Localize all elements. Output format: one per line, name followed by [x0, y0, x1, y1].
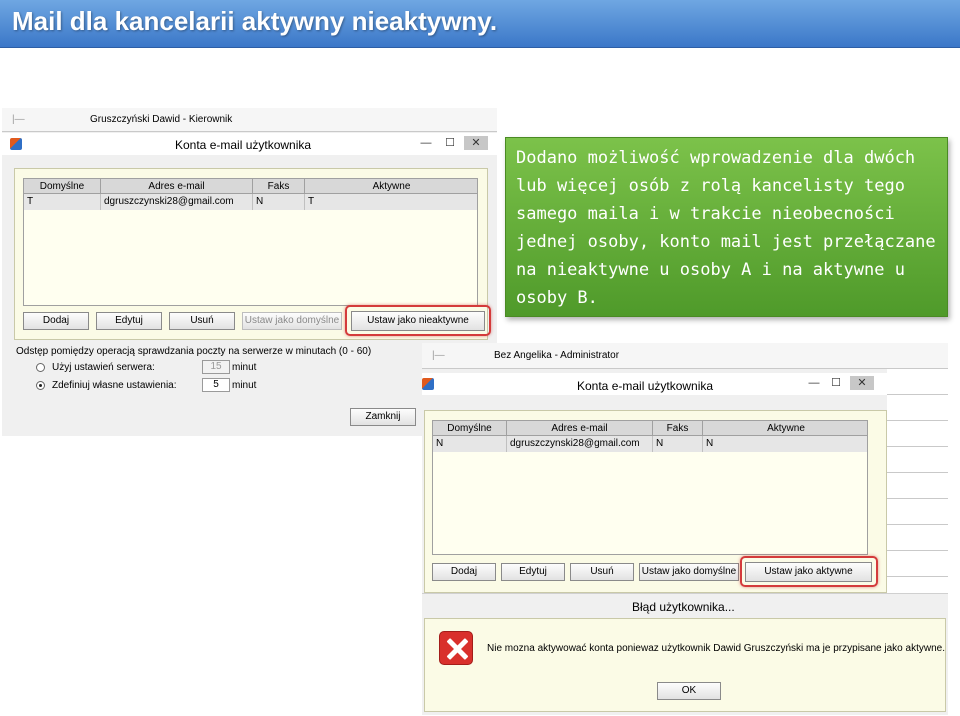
maximize-button[interactable]: ☐: [438, 136, 462, 150]
column-header-email[interactable]: Adres e-mail: [101, 179, 253, 194]
add-button[interactable]: Dodaj: [23, 312, 89, 330]
set-default-button[interactable]: Ustaw jako domyślne: [639, 563, 739, 581]
dialog-titlebar: Konta e-mail użytkownika — ☐ ✕: [2, 133, 497, 155]
dialog-titlebar: Konta e-mail użytkownika — ☐ ✕: [422, 373, 887, 395]
error-dialog: Błąd użytkownika... Nie mozna aktywować …: [422, 593, 948, 715]
accounts-table[interactable]: Domyślne Adres e-mail Faks Aktywne T dgr…: [23, 178, 478, 306]
minimize-button[interactable]: —: [802, 376, 826, 390]
interval-label: Odstęp pomiędzy operacją sprawdzania poc…: [16, 346, 372, 357]
own-minutes-field[interactable]: 5: [202, 378, 230, 392]
add-button[interactable]: Dodaj: [432, 563, 496, 581]
app-icon: [422, 378, 434, 390]
app-icon: [10, 138, 22, 150]
dialog-title: Konta e-mail użytkownika: [175, 138, 312, 152]
ok-button[interactable]: OK: [657, 682, 721, 700]
cell-email: dgruszczynski28@gmail.com: [101, 194, 253, 210]
table-row[interactable]: N dgruszczynski28@gmail.com N N: [433, 436, 867, 452]
accounts-panel: Domyślne Adres e-mail Faks Aktywne N dgr…: [424, 410, 887, 593]
server-minutes-unit: minut: [232, 362, 257, 373]
cell-default: T: [24, 194, 101, 210]
table-row[interactable]: T dgruszczynski28@gmail.com N T: [24, 194, 477, 210]
cell-email: dgruszczynski28@gmail.com: [507, 436, 653, 452]
radio-server-settings[interactable]: [36, 363, 45, 372]
column-header-fax[interactable]: Faks: [653, 421, 703, 436]
background-user-row: |— Gruszczyński Dawid - Kierownik: [2, 108, 497, 132]
close-button[interactable]: Zamknij: [350, 408, 416, 426]
set-inactive-button[interactable]: Ustaw jako nieaktywne: [351, 311, 485, 331]
background-user-name: Gruszczyński Dawid - Kierownik: [90, 114, 233, 125]
own-minutes-unit: minut: [232, 380, 257, 391]
background-user-row: |— Bez Angelika - Administrator: [422, 343, 948, 369]
column-header-active[interactable]: Aktywne: [703, 421, 869, 436]
column-header-fax[interactable]: Faks: [253, 179, 305, 194]
error-body: Nie mozna aktywować konta poniewaz użytk…: [424, 618, 946, 712]
dialog-title: Konta e-mail użytkownika: [577, 379, 714, 393]
radio-own-label: Zdefiniuj własne ustawienia:: [52, 380, 177, 391]
close-window-button[interactable]: ✕: [464, 136, 488, 150]
column-header-default[interactable]: Domyślne: [24, 179, 101, 194]
accounts-table[interactable]: Domyślne Adres e-mail Faks Aktywne N dgr…: [432, 420, 868, 555]
column-header-email[interactable]: Adres e-mail: [507, 421, 653, 436]
window-2-screenshot: |— Bez Angelika - Administrator Konta e-…: [422, 343, 948, 715]
radio-server-label: Użyj ustawień serwera:: [52, 362, 155, 373]
column-header-active[interactable]: Aktywne: [305, 179, 478, 194]
background-list: [887, 369, 948, 615]
error-dialog-title: Błąd użytkownika...: [632, 600, 735, 614]
slide-title-bar: Mail dla kancelarii aktywny nieaktywny.: [0, 0, 960, 48]
minimize-button[interactable]: —: [414, 136, 438, 150]
table-header: Domyślne Adres e-mail Faks Aktywne: [433, 421, 867, 436]
callout-text: Dodano możliwość wprowadzenie dla dwóch …: [516, 148, 936, 308]
error-message: Nie mozna aktywować konta poniewaz użytk…: [487, 643, 945, 654]
maximize-button[interactable]: ☐: [824, 376, 848, 390]
edit-button[interactable]: Edytuj: [96, 312, 162, 330]
cell-fax: N: [653, 436, 703, 452]
delete-button[interactable]: Usuń: [169, 312, 235, 330]
set-active-button[interactable]: Ustaw jako aktywne: [745, 562, 872, 582]
cell-fax: N: [253, 194, 305, 210]
server-minutes-field[interactable]: 15: [202, 360, 230, 374]
set-default-button[interactable]: Ustaw jako domyślne: [242, 312, 342, 330]
delete-button[interactable]: Usuń: [570, 563, 634, 581]
error-icon: [439, 631, 473, 665]
background-user-name: Bez Angelika - Administrator: [494, 350, 620, 361]
edit-button[interactable]: Edytuj: [501, 563, 565, 581]
close-window-button[interactable]: ✕: [850, 376, 874, 390]
accounts-panel: Domyślne Adres e-mail Faks Aktywne T dgr…: [14, 168, 491, 340]
column-header-default[interactable]: Domyślne: [433, 421, 507, 436]
table-header: Domyślne Adres e-mail Faks Aktywne: [24, 179, 477, 194]
slide-title: Mail dla kancelarii aktywny nieaktywny.: [12, 6, 498, 36]
info-callout: Dodano możliwość wprowadzenie dla dwóch …: [505, 137, 948, 317]
cell-active: T: [308, 196, 315, 207]
cell-default: N: [433, 436, 507, 452]
radio-own-settings[interactable]: [36, 381, 45, 390]
cell-active: N: [706, 438, 714, 449]
